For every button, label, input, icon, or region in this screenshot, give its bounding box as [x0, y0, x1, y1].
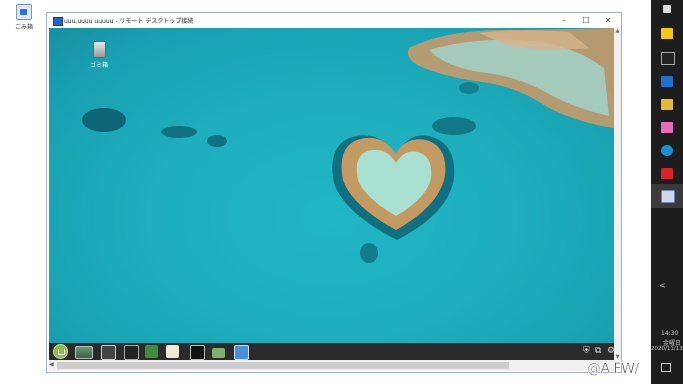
overlay-text: @A FW/ [587, 361, 640, 378]
host-recycle-bin[interactable]: ごみ箱 [10, 4, 38, 31]
file-explorer-icon[interactable] [661, 99, 673, 110]
calc-icon[interactable] [145, 345, 158, 358]
remote-trash-label: ゴミ箱 [89, 62, 108, 69]
red-app-icon[interactable] [661, 168, 673, 179]
horizontal-scrollbar[interactable]: ◀ [49, 360, 614, 371]
menu-icon[interactable] [53, 344, 68, 359]
show-desktop-icon[interactable] [75, 346, 93, 359]
maximize-button[interactable]: ☐ [575, 13, 597, 28]
remote-desktop-wallpaper[interactable]: ゴミ箱 [49, 28, 614, 343]
vertical-scrollbar[interactable]: ▲ ▼ [614, 28, 621, 360]
clock-date[interactable]: 2020/11/13 [651, 346, 683, 352]
window-title: uuu.uuuu uuuuu - リモート デスクトップ接続 [64, 18, 194, 25]
sticky-notes-icon[interactable] [661, 28, 673, 39]
remote-icon[interactable] [234, 345, 249, 360]
remote-desktop-app-icon [53, 17, 63, 26]
terminal-icon[interactable] [190, 345, 205, 360]
trash-icon [92, 41, 106, 58]
window-titlebar[interactable]: uuu.uuuu uuuuu - リモート デスクトップ接続 – ☐ ✕ [47, 13, 621, 28]
chevron-up-icon[interactable]: < [659, 281, 666, 290]
paint-icon[interactable] [661, 122, 673, 133]
clock-time[interactable]: 14:30 [661, 330, 678, 337]
remote-taskbar: ⛨ ⧉ ⚙ [49, 343, 615, 360]
start-icon[interactable] [663, 5, 671, 13]
remote-trash[interactable]: ゴミ箱 [86, 41, 112, 69]
notification-icon[interactable] [661, 363, 671, 372]
horizontal-scroll-thumb[interactable] [57, 362, 509, 369]
host-taskbar: < 14:30 金曜日 2020/11/13 [651, 0, 683, 384]
clipboard-icon[interactable]: ⧉ [595, 347, 601, 356]
writer-icon[interactable] [166, 345, 179, 358]
home-folder-icon[interactable] [101, 345, 116, 360]
system-monitor-icon[interactable] [124, 345, 139, 360]
minimize-button[interactable]: – [553, 13, 575, 28]
scroll-down-icon[interactable]: ▼ [614, 354, 621, 360]
terminal-app-icon[interactable] [661, 52, 675, 65]
files-icon[interactable] [212, 348, 225, 358]
shield-icon[interactable]: ⛨ [583, 347, 590, 356]
scroll-up-icon[interactable]: ▲ [614, 28, 621, 34]
scroll-left-icon[interactable]: ◀ [49, 361, 54, 368]
host-recycle-bin-label: ごみ箱 [14, 24, 33, 31]
close-button[interactable]: ✕ [597, 13, 619, 28]
remote-desktop-window: uuu.uuuu uuuuu - リモート デスクトップ接続 – ☐ ✕ ゴミ箱 [46, 12, 622, 373]
recycle-bin-icon [16, 4, 32, 20]
edge-icon[interactable] [661, 145, 673, 156]
remote-desktop-taskbar-icon[interactable] [661, 190, 675, 203]
reef-wallpaper-art [82, 28, 614, 263]
mail-icon[interactable] [661, 76, 673, 87]
